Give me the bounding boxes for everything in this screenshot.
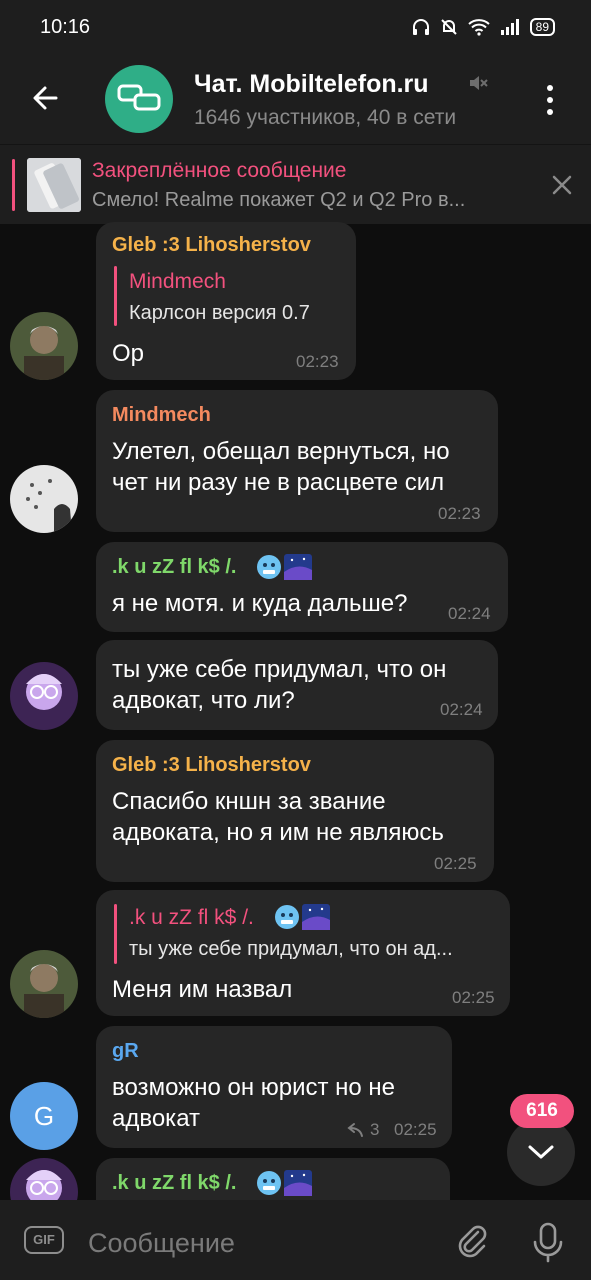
chat-subtitle: 1646 участников, 40 в сети: [194, 106, 457, 129]
chat-bubbles-icon: [117, 84, 161, 111]
message-text: чет ни разу не в расцвете сил: [112, 469, 445, 496]
message-text: Улетел, обещал вернуться, но: [112, 438, 450, 465]
message-bubble[interactable]: gR возможно он юрист но не адвокат 3 02:…: [96, 1026, 452, 1148]
reply-arrow-icon: [347, 1123, 363, 1137]
message-input[interactable]: [86, 1222, 410, 1264]
message-text: ты уже себе придумал, что он: [112, 656, 447, 683]
message-text: адвокат, что ли?: [112, 687, 295, 714]
message-text: Меня им назвал: [112, 976, 293, 1003]
user-avatar[interactable]: [10, 312, 78, 380]
night-sky-emoji-icon: [284, 554, 312, 580]
unread-count-badge: 616: [510, 1094, 574, 1128]
message-author: Gleb :3 Lihosherstov: [112, 754, 311, 776]
wifi-icon: [467, 19, 490, 36]
cold-face-emoji-icon: [275, 905, 299, 929]
message-bubble[interactable]: Mindmech Улетел, обещал вернуться, но че…: [96, 390, 498, 532]
message-author: .k u zZ fl k$ /.: [112, 1172, 237, 1194]
close-icon[interactable]: [550, 173, 574, 197]
user-avatar[interactable]: [10, 950, 78, 1018]
message-author: .k u zZ fl k$ /.: [112, 556, 237, 578]
message-bubble[interactable]: Gleb :3 Lihosherstov Mindmech Карлсон ве…: [96, 222, 356, 380]
message-bubble[interactable]: ты уже себе придумал, что он адвокат, чт…: [96, 640, 498, 730]
message-author: Mindmech: [112, 404, 211, 426]
message-time: 02:23: [438, 504, 481, 523]
cold-face-emoji-icon: [257, 1171, 281, 1195]
reply-text: ты уже себе придумал, что он ад...: [129, 938, 453, 960]
group-avatar[interactable]: [105, 65, 173, 133]
user-avatar[interactable]: [10, 662, 78, 730]
message-text: я не мотя. и куда дальше?: [112, 590, 408, 617]
muted-speaker-icon: [470, 76, 488, 90]
status-icons: 89: [412, 18, 555, 36]
message-author: Gleb :3 Lihosherstov: [112, 234, 311, 256]
night-sky-emoji-icon: [284, 1170, 312, 1196]
message-time: 02:25: [434, 854, 477, 873]
message-time: 02:23: [296, 352, 339, 371]
message-bubble[interactable]: .k u zZ fl k$ /. ты уже себе придумал, ч…: [96, 890, 510, 1016]
message-author: gR: [112, 1040, 139, 1062]
message-time: 02:25: [452, 988, 495, 1007]
user-avatar[interactable]: G: [10, 1082, 78, 1150]
reply-author: .k u zZ fl k$ /.: [129, 906, 254, 929]
message-composer: GIF: [0, 1200, 591, 1280]
microphone-icon[interactable]: [528, 1220, 568, 1264]
reply-indicator: [114, 904, 117, 964]
signal-icon: [500, 19, 519, 35]
paperclip-icon[interactable]: [452, 1220, 492, 1260]
chevron-down-icon: [528, 1145, 554, 1159]
message-text: Спасибо кншн за звание: [112, 788, 386, 815]
pinned-title: Закреплённое сообщение: [92, 159, 347, 182]
battery-icon: 89: [529, 18, 555, 36]
night-sky-emoji-icon: [302, 904, 330, 930]
pinned-indicator: [12, 159, 15, 211]
message-bubble[interactable]: Gleb :3 Lihosherstov Спасибо кншн за зва…: [96, 740, 494, 882]
back-arrow-icon[interactable]: [24, 76, 68, 120]
chat-title[interactable]: Чат. Mobiltelefon.ru: [194, 70, 429, 99]
pinned-text: Смело! Realme покажет Q2 и Q2 Pro в...: [92, 189, 466, 211]
gif-button[interactable]: GIF: [24, 1226, 64, 1254]
chat-header: Чат. Mobiltelefon.ru 1646 участников, 40…: [0, 54, 591, 144]
reply-count[interactable]: 3: [370, 1120, 379, 1140]
status-bar: 10:16 89: [0, 0, 591, 54]
pinned-message[interactable]: Закреплённое сообщение Смело! Realme пок…: [0, 144, 591, 224]
avatar-letter: G: [33, 1101, 55, 1131]
more-menu-icon[interactable]: [538, 80, 562, 120]
user-avatar[interactable]: [10, 465, 78, 533]
message-text: возможно он юрист но не: [112, 1074, 396, 1101]
message-text: адвоката, но я им не являюсь: [112, 819, 444, 846]
status-time: 10:16: [40, 15, 91, 38]
reply-indicator: [114, 266, 117, 326]
message-text: Ор: [112, 340, 145, 367]
mute-bell-icon: [440, 19, 457, 35]
reply-text: Карлсон версия 0.7: [129, 302, 310, 324]
message-time: 02:25: [394, 1120, 437, 1139]
scroll-down-button[interactable]: [507, 1118, 575, 1186]
reply-author: Mindmech: [129, 270, 226, 293]
message-bubble[interactable]: .k u zZ fl k$ /. я не мотя. и куда дальш…: [96, 542, 508, 632]
message-text: адвокат: [112, 1105, 201, 1132]
pinned-thumbnail: [27, 158, 81, 212]
message-time: 02:24: [448, 604, 491, 623]
headphones-icon: [412, 19, 429, 35]
message-time: 02:24: [440, 700, 483, 719]
cold-face-emoji-icon: [257, 555, 281, 579]
